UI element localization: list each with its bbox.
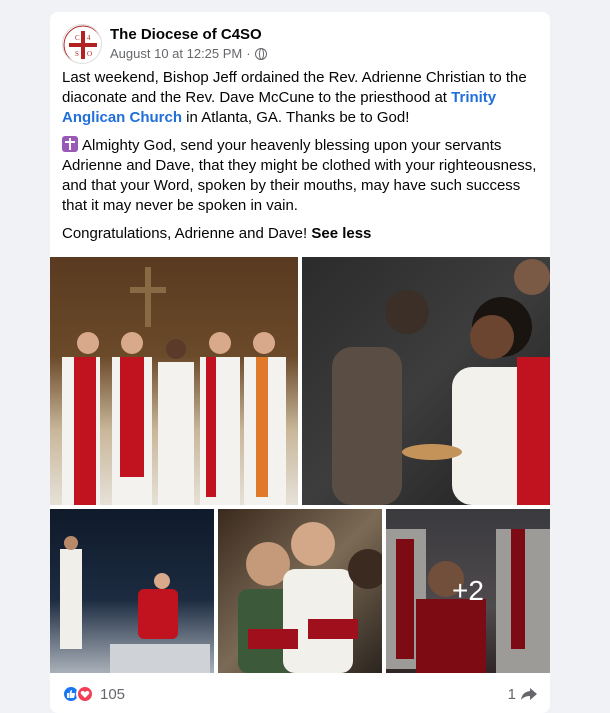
photo-communion[interactable] — [302, 257, 550, 505]
post-body: Last weekend, Bishop Jeff ordained the R… — [62, 68, 538, 252]
svg-text:C: C — [75, 34, 80, 42]
post-prayer: Almighty God, send your heavenly blessin… — [62, 136, 538, 216]
post-timestamp[interactable]: August 10 at 12:25 PM — [110, 45, 242, 63]
post-card: C 4 S O The Diocese of C4SO August 10 at… — [50, 12, 550, 713]
reactions-summary[interactable]: 105 — [62, 685, 125, 703]
svg-text:S: S — [75, 50, 79, 58]
photo-smiling-clergy[interactable] — [218, 509, 382, 673]
post-footer: 105 1 — [62, 682, 538, 706]
paragraph-1-end: in Atlanta, GA. Thanks be to God! — [182, 109, 410, 126]
love-icon — [76, 685, 94, 703]
more-photos-overlay[interactable]: +2 — [386, 509, 550, 673]
group-photo-figures — [62, 267, 286, 505]
post-paragraph-1: Last weekend, Bishop Jeff ordained the R… — [62, 68, 538, 128]
share-count: 1 — [507, 685, 516, 703]
photo-grid: +2 — [50, 257, 550, 673]
reaction-count: 105 — [100, 685, 126, 703]
svg-text:O: O — [87, 50, 92, 58]
see-less-button[interactable]: See less — [311, 225, 371, 242]
page-avatar[interactable]: C 4 S O — [62, 24, 102, 64]
diocese-logo-icon: C 4 S O — [63, 25, 101, 63]
meta-separator: · — [246, 46, 251, 61]
congrats-text: Congratulations, Adrienne and Dave! — [62, 225, 312, 242]
cross-emoji-icon — [62, 136, 78, 152]
shares-summary[interactable]: 1 — [508, 686, 538, 703]
page-name[interactable]: The Diocese of C4SO — [110, 25, 267, 45]
share-icon — [521, 688, 537, 700]
reaction-icons — [62, 685, 94, 703]
globe-icon — [254, 48, 267, 60]
communion-photo-figures — [332, 259, 550, 505]
clergy-photo-figures — [238, 522, 382, 673]
photo-ordination-group[interactable] — [50, 257, 298, 505]
altar-photo-figures — [60, 536, 210, 673]
photo-altar-kneeling[interactable] — [50, 509, 214, 673]
post-congrats: Congratulations, Adrienne and Dave! See … — [62, 224, 538, 244]
prayer-text: Almighty God, send your heavenly blessin… — [62, 137, 537, 214]
post-meta: August 10 at 12:25 PM · — [110, 45, 267, 63]
svg-text:4: 4 — [87, 34, 91, 42]
post-header: C 4 S O The Diocese of C4SO August 10 at… — [62, 24, 267, 64]
